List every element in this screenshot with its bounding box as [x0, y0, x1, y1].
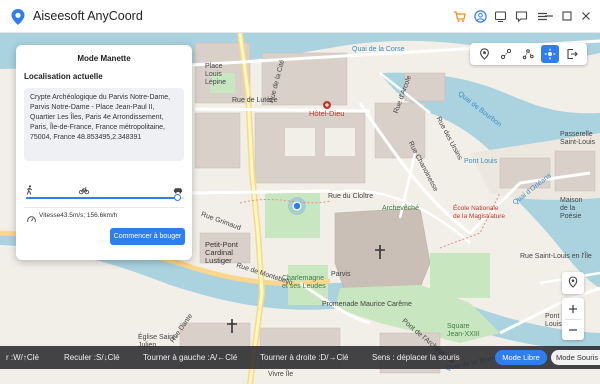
minimize-icon[interactable] [541, 8, 557, 24]
map-label: Rue du Cloître [328, 193, 374, 200]
joystick-icon[interactable] [541, 45, 559, 63]
speed-slider-fill [26, 197, 178, 199]
hint-back: Reculer :S/↓Clé [64, 353, 120, 362]
divider [24, 207, 184, 208]
zoom-controls [562, 298, 584, 340]
map-label: Promenade Maurice Carême [322, 301, 412, 308]
bike-icon[interactable] [79, 185, 89, 195]
start-moving-button[interactable]: Commencer à bouger [110, 228, 185, 245]
panel-title: Mode Manette [77, 54, 131, 63]
teleport-icon[interactable] [475, 45, 493, 63]
map-label: Rue de Lutèce [232, 97, 278, 104]
user-icon[interactable] [472, 8, 488, 24]
hint-right: Tourner à droite :D/→Clé [260, 353, 349, 362]
map-label: Charlemagne et ses Leudes [282, 275, 326, 290]
feedback-icon[interactable] [513, 8, 529, 24]
title-bar: Aiseesoft AnyCoord [0, 0, 600, 33]
map-label: Maison de la Poésie [560, 197, 583, 220]
map-label: Vivre Île [268, 371, 294, 378]
map-label: Square Jean-XXIII [447, 323, 480, 338]
keyboard-hint-bar: r :W/↑Clé Reculer :S/↓Clé Tourner à gauc… [0, 346, 600, 369]
app-logo-icon [10, 8, 26, 26]
speedometer-icon [27, 211, 36, 223]
cart-icon[interactable] [451, 8, 467, 24]
walk-icon[interactable] [24, 185, 34, 195]
map-label: École Nationale de la Magistrature [453, 205, 506, 220]
map-label: Rue Saint-Louis en l'Île [520, 253, 592, 260]
locate-button[interactable] [562, 272, 584, 294]
support-icon[interactable] [492, 8, 508, 24]
joystick-panel: Mode Manette Localisation actuelle Crypt… [16, 45, 192, 260]
map-label: Passerelle Saint-Louis [560, 131, 596, 146]
hint-forward: r :W/↑Clé [6, 353, 39, 362]
maximize-icon[interactable] [559, 8, 575, 24]
location-pin-icon [568, 276, 578, 288]
zoom-out-icon[interactable] [562, 319, 584, 340]
hint-left: Tourner à gauche :A/←Clé [143, 353, 238, 362]
export-icon[interactable] [563, 45, 581, 63]
multi-stop-icon[interactable] [519, 45, 537, 63]
map-label: Archevêché [382, 205, 419, 212]
zoom-in-icon[interactable] [562, 298, 584, 319]
map-label: Parvis [331, 271, 351, 278]
speed-slider-handle[interactable] [174, 194, 182, 201]
mouse-mode-button[interactable]: Mode Souris [551, 350, 600, 365]
free-mode-button[interactable]: Mode Libre [495, 350, 547, 365]
app-title: Aiseesoft AnyCoord [33, 9, 143, 23]
current-location-heading: Localisation actuelle [24, 72, 103, 81]
map-label: Quai de la Corse [352, 46, 405, 53]
map-label: Petit-Pont Cardinal Lustiger [205, 240, 238, 265]
speed-slider[interactable] [26, 194, 184, 201]
map-label: Hôtel-Dieu [309, 109, 345, 118]
close-icon[interactable] [578, 8, 594, 24]
speed-readout: Vitesse43.5m/s; 156.6km/h [39, 212, 118, 219]
address-box: Crypte Archéologique du Parvis Notre-Dam… [24, 88, 184, 161]
map-label: Pont Louis [464, 158, 498, 165]
one-stop-icon[interactable] [497, 45, 515, 63]
hint-mouse: Sens : déplacer la souris [372, 353, 460, 362]
map-label: Place Louis Lépine [205, 63, 227, 86]
map-mode-toolbar [470, 43, 587, 65]
